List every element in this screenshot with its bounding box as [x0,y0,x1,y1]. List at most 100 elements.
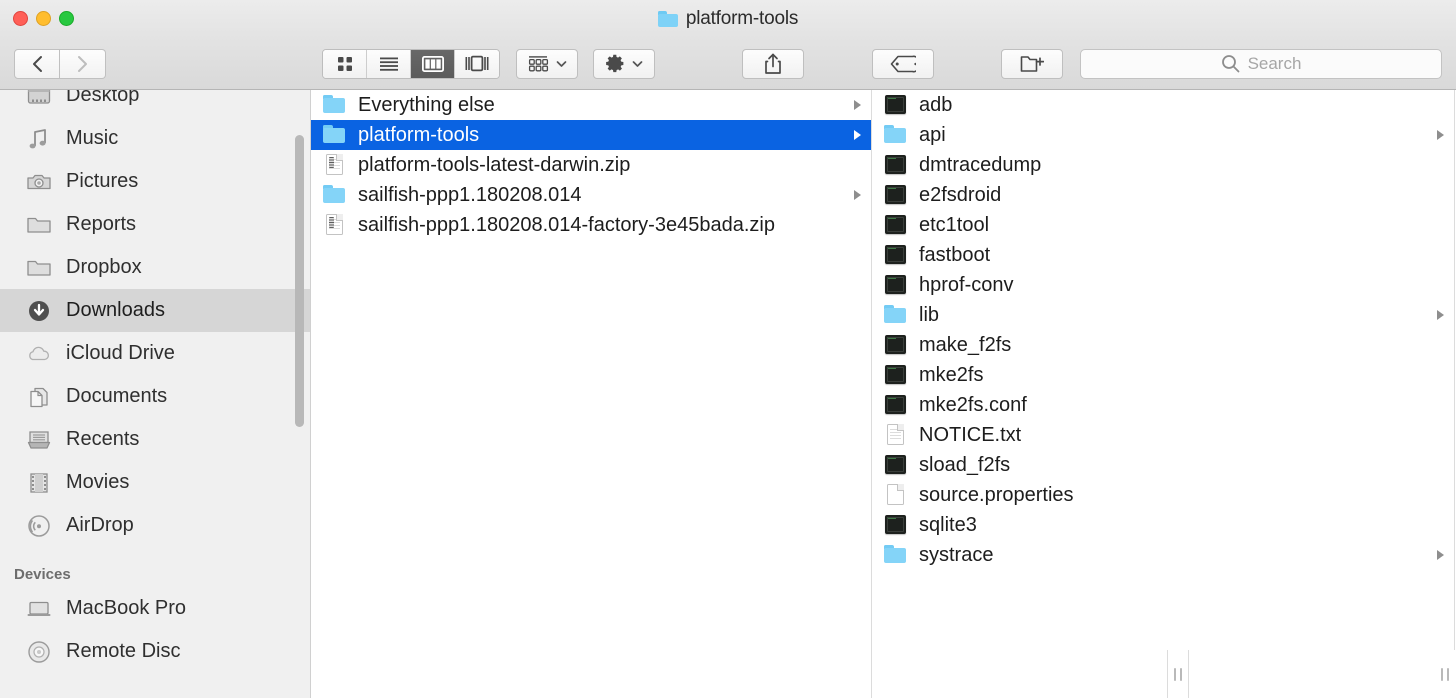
search-placeholder: Search [1248,54,1302,74]
column-2: adb api dmtracedump e2fsdroid etc [872,90,1455,698]
list-item[interactable]: dmtracedump [872,150,1454,180]
sidebar-item-downloads[interactable]: Downloads [0,289,310,332]
toolbar: Search [0,38,1456,90]
list-item[interactable]: sload_f2fs [872,450,1454,480]
documents-icon [26,385,52,409]
folder-icon [26,256,52,280]
sidebar-item-label: Downloads [66,299,165,322]
list-item[interactable]: mke2fs.conf [872,390,1454,420]
share-button[interactable] [742,49,804,79]
window-resize-handle[interactable] [1434,650,1456,698]
list-item[interactable]: hprof-conv [872,270,1454,300]
list-item[interactable]: sailfish-ppp1.180208.014-factory-3e45bad… [311,210,871,240]
column-view-icon [422,56,444,72]
sidebar-item-label: MacBook Pro [66,597,186,620]
tag-icon [890,55,916,73]
disclosure-arrow-icon [854,100,861,110]
column-view-button[interactable] [411,50,455,78]
new-folder-icon [1020,54,1044,74]
list-item[interactable]: lib [872,300,1454,330]
sidebar-item-icloud-drive[interactable]: iCloud Drive [0,332,310,375]
sidebar-item-desktop[interactable]: Desktop [0,90,310,117]
close-button[interactable] [13,11,28,26]
list-item[interactable]: source.properties [872,480,1454,510]
file-name: api [919,124,946,147]
list-item[interactable]: sqlite3 [872,510,1454,540]
tag-button[interactable] [872,49,934,79]
list-item[interactable]: mke2fs [872,360,1454,390]
text-doc-icon [883,424,909,446]
search-input[interactable]: Search [1080,49,1442,79]
gallery-view-button[interactable] [455,50,499,78]
film-icon [26,471,52,495]
column-resize-handle[interactable] [1167,650,1189,698]
list-item[interactable]: api [872,120,1454,150]
icon-view-button[interactable] [323,50,367,78]
search-icon [1221,54,1240,73]
list-item[interactable]: platform-tools [311,120,871,150]
list-item[interactable]: etc1tool [872,210,1454,240]
list-item[interactable]: platform-tools-latest-darwin.zip [311,150,871,180]
file-name: mke2fs.conf [919,394,1027,417]
zip-icon [322,214,348,236]
cloud-icon [26,342,52,366]
file-name: Everything else [358,94,495,117]
minimize-button[interactable] [36,11,51,26]
forward-button[interactable] [60,49,106,79]
sidebar-scrollbar[interactable] [295,135,304,427]
list-view-button[interactable] [367,50,411,78]
sidebar-item-remote-disc[interactable]: Remote Disc [0,630,310,673]
folder-icon [322,124,348,146]
sidebar-item-music[interactable]: Music [0,117,310,160]
arrange-icon [528,55,550,73]
file-name: sqlite3 [919,514,977,537]
finder-window: platform-tools [0,0,1456,698]
sidebar-item-label: AirDrop [66,514,134,537]
sidebar-item-movies[interactable]: Movies [0,461,310,504]
list-item[interactable]: systrace [872,540,1454,570]
action-menu-button[interactable] [593,49,655,79]
plain-doc-icon [883,484,909,506]
new-folder-button[interactable] [1001,49,1063,79]
list-item[interactable]: fastboot [872,240,1454,270]
sidebar-item-label: Movies [66,471,129,494]
back-button[interactable] [14,49,60,79]
arrange-button[interactable] [516,49,578,79]
disclosure-arrow-icon [854,190,861,200]
maximize-button[interactable] [59,11,74,26]
sidebar-item-airdrop[interactable]: AirDrop [0,504,310,547]
chevron-down-icon [556,60,567,68]
sidebar-item-reports[interactable]: Reports [0,203,310,246]
file-name: mke2fs [919,364,983,387]
sidebar-item-label: Reports [66,213,136,236]
disclosure-arrow-icon [854,130,861,140]
executable-icon [883,184,909,206]
list-item[interactable]: e2fsdroid [872,180,1454,210]
sidebar-item-documents[interactable]: Documents [0,375,310,418]
folder-icon [883,124,909,146]
gallery-view-icon [465,55,489,72]
list-item[interactable]: make_f2fs [872,330,1454,360]
disclosure-arrow-icon [1437,130,1444,140]
file-name: systrace [919,544,993,567]
sidebar-item-recents[interactable]: Recents [0,418,310,461]
file-name: sload_f2fs [919,454,1010,477]
list-item[interactable]: adb [872,90,1454,120]
laptop-icon [26,597,52,621]
list-item[interactable]: Everything else [311,90,871,120]
traffic-light-group [13,11,74,26]
window-body: Desktop Music [0,90,1456,698]
list-item[interactable]: NOTICE.txt [872,420,1454,450]
executable-icon [883,334,909,356]
sidebar-item-macbook-pro[interactable]: MacBook Pro [0,587,310,630]
sidebar-item-pictures[interactable]: Pictures [0,160,310,203]
folder-icon [322,184,348,206]
file-name: platform-tools [358,124,479,147]
airdrop-icon [26,514,52,538]
title-bar: platform-tools [0,0,1456,38]
list-item[interactable]: sailfish-ppp1.180208.014 [311,180,871,210]
sidebar-item-dropbox[interactable]: Dropbox [0,246,310,289]
file-name: adb [919,94,952,117]
column-browser: Everything else platform-tools platform-… [311,90,1456,698]
view-mode-group [322,49,500,79]
